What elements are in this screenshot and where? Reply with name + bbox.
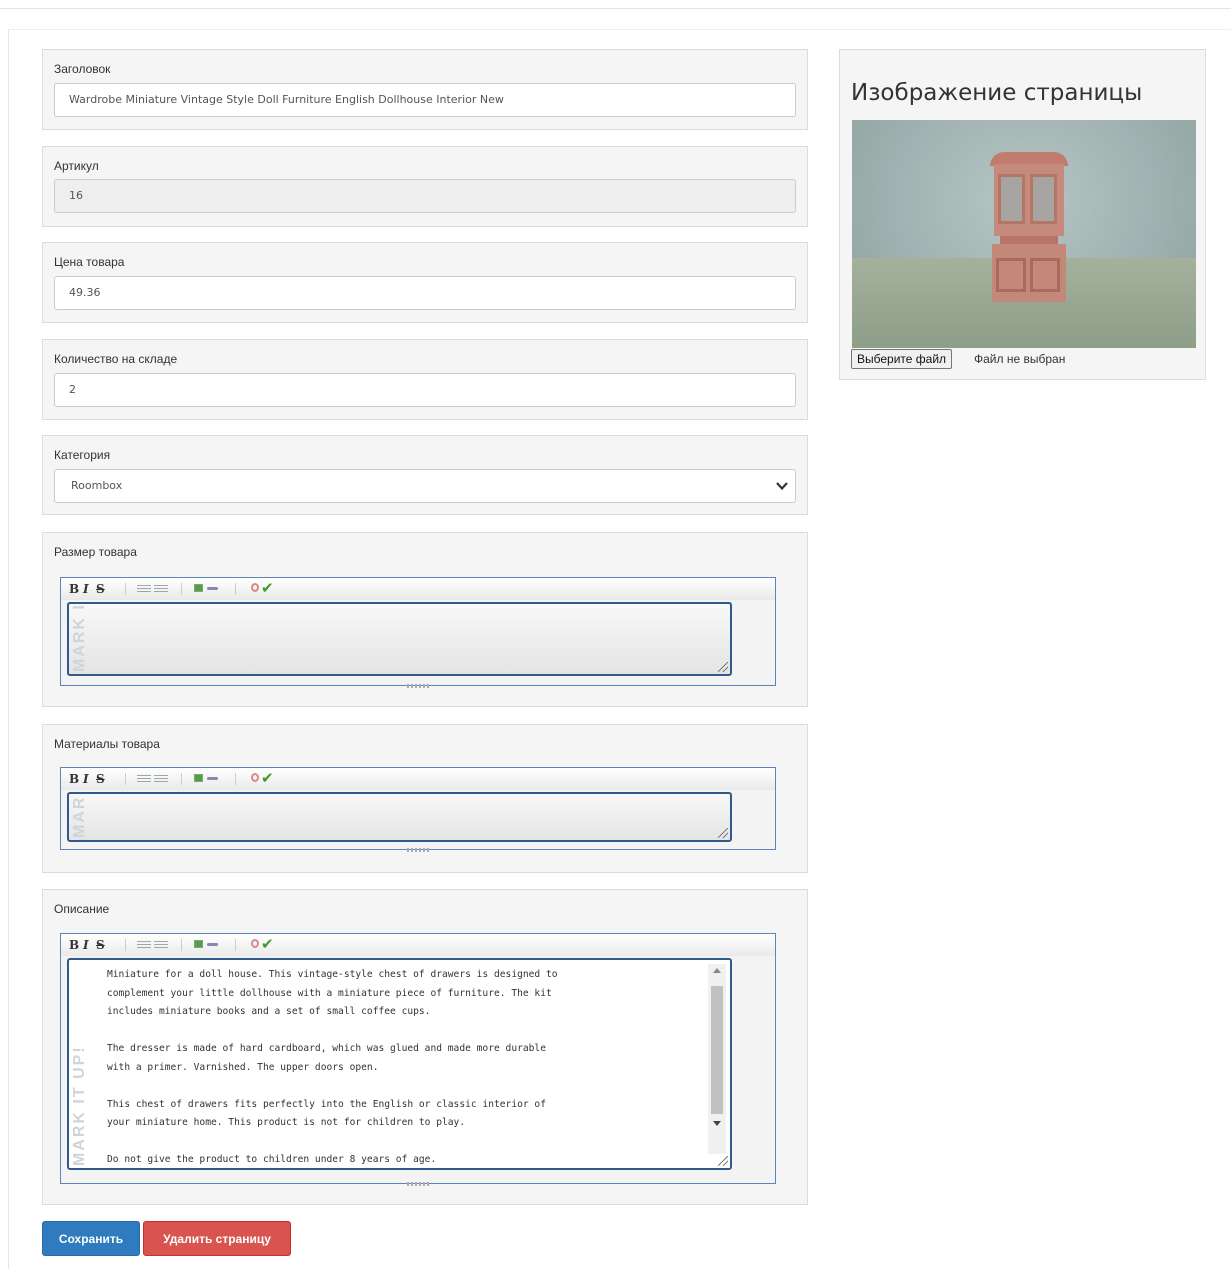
toolbar-separator bbox=[235, 939, 236, 951]
top-divider bbox=[0, 8, 1231, 9]
bullet-list-icon[interactable] bbox=[137, 941, 151, 950]
materials-label: Материалы товара bbox=[54, 737, 160, 751]
delete-page-button[interactable]: Удалить страницу bbox=[143, 1221, 291, 1256]
toolbar-separator bbox=[181, 939, 182, 951]
strike-button[interactable]: S bbox=[96, 583, 105, 595]
toolbar-separator bbox=[235, 773, 236, 785]
page-image-panel: Изображение страницы Выберите файл Файл … bbox=[839, 49, 1206, 380]
picture-icon[interactable] bbox=[194, 940, 203, 948]
sku-group: Артикул 16 bbox=[42, 146, 808, 227]
link-icon[interactable] bbox=[207, 777, 218, 780]
strike-button[interactable]: S bbox=[96, 939, 105, 951]
category-label: Категория bbox=[54, 448, 111, 462]
file-status-text: Файл не выбран bbox=[974, 352, 1066, 366]
category-select[interactable]: Roombox bbox=[54, 469, 796, 503]
description-group: Описание B I S ✔ MARK IT UP! Miniature f… bbox=[42, 889, 808, 1205]
editor-resize-handle[interactable] bbox=[407, 848, 429, 852]
title-label: Заголовок bbox=[54, 62, 111, 76]
italic-button[interactable]: I bbox=[83, 939, 89, 951]
title-group: Заголовок Wardrobe Miniature Vintage Sty… bbox=[42, 49, 808, 130]
bold-button[interactable]: B bbox=[69, 773, 79, 785]
editor-toolbar: B I S ✔ bbox=[61, 578, 775, 600]
toolbar-separator bbox=[181, 583, 182, 595]
category-group: Категория Roombox bbox=[42, 435, 808, 515]
editor-resize-handle[interactable] bbox=[407, 1182, 429, 1186]
cabinet-upper bbox=[994, 164, 1064, 236]
cabinet-lower bbox=[992, 244, 1066, 302]
italic-button[interactable]: I bbox=[83, 773, 89, 785]
description-editor: B I S ✔ MARK IT UP! Miniature for a doll… bbox=[60, 933, 776, 1186]
bullet-list-icon[interactable] bbox=[137, 585, 151, 594]
stock-input[interactable]: 2 bbox=[54, 373, 796, 407]
title-input[interactable]: Wardrobe Miniature Vintage Style Doll Fu… bbox=[54, 83, 796, 117]
preview-check-icon[interactable]: ✔ bbox=[261, 769, 274, 787]
scroll-down-arrow-icon[interactable] bbox=[713, 1121, 721, 1126]
cabinet-door bbox=[1030, 258, 1060, 292]
scroll-up-arrow-icon[interactable] bbox=[713, 968, 721, 973]
textarea-resize-grip[interactable] bbox=[718, 828, 728, 838]
materials-group: Материалы товара B I S ✔ MARK IT UP! bbox=[42, 724, 808, 873]
page-image-title: Изображение страницы bbox=[851, 80, 1143, 106]
cabinet-glass-door bbox=[998, 174, 1025, 224]
italic-button[interactable]: I bbox=[83, 583, 89, 595]
picture-icon[interactable] bbox=[194, 774, 203, 782]
price-input[interactable]: 49.36 bbox=[54, 276, 796, 310]
save-button[interactable]: Сохранить bbox=[42, 1221, 140, 1256]
description-scrollbar[interactable] bbox=[708, 964, 726, 1154]
numbered-list-icon[interactable] bbox=[154, 585, 168, 594]
sku-input: 16 bbox=[54, 179, 796, 213]
markitup-watermark: MARK IT UP! bbox=[71, 1045, 88, 1166]
bold-button[interactable]: B bbox=[69, 583, 79, 595]
toolbar-separator bbox=[181, 773, 182, 785]
toolbar-separator bbox=[125, 583, 126, 595]
stock-label: Количество на складе bbox=[54, 352, 178, 366]
price-group: Цена товара 49.36 bbox=[42, 242, 808, 323]
description-label: Описание bbox=[54, 902, 110, 916]
chevron-down-icon bbox=[776, 482, 788, 491]
editor-resize-handle[interactable] bbox=[407, 684, 429, 688]
bold-button[interactable]: B bbox=[69, 939, 79, 951]
stock-group: Количество на складе 2 bbox=[42, 339, 808, 420]
scroll-thumb[interactable] bbox=[711, 986, 723, 1114]
product-image bbox=[852, 120, 1196, 348]
sku-label: Артикул bbox=[54, 159, 99, 173]
picture-icon[interactable] bbox=[194, 584, 203, 592]
bullet-list-icon[interactable] bbox=[137, 775, 151, 784]
link-icon[interactable] bbox=[207, 943, 218, 946]
textarea-resize-grip[interactable] bbox=[718, 662, 728, 672]
cabinet-shelf bbox=[1000, 236, 1058, 244]
description-text: Miniature for a doll house. This vintage… bbox=[107, 969, 558, 1165]
materials-textarea[interactable]: MARK IT UP! bbox=[67, 792, 732, 842]
materials-editor: B I S ✔ MARK IT UP! bbox=[60, 767, 776, 852]
editor-toolbar: B I S ✔ bbox=[61, 934, 775, 956]
price-label: Цена товара bbox=[54, 255, 125, 269]
toolbar-separator bbox=[125, 939, 126, 951]
textarea-resize-grip[interactable] bbox=[718, 1156, 728, 1166]
markitup-watermark: MARK IT UP! bbox=[71, 606, 88, 672]
markitup-watermark: MARK IT UP! bbox=[71, 796, 89, 838]
numbered-list-icon[interactable] bbox=[154, 775, 168, 784]
clean-icon[interactable] bbox=[251, 583, 259, 592]
preview-check-icon[interactable]: ✔ bbox=[261, 935, 274, 953]
cabinet-glass-door bbox=[1030, 174, 1057, 224]
clean-icon[interactable] bbox=[251, 773, 259, 782]
choose-file-button[interactable]: Выберите файл bbox=[851, 349, 953, 369]
toolbar-separator bbox=[125, 773, 126, 785]
description-textarea[interactable]: MARK IT UP! Miniature for a doll house. … bbox=[67, 958, 732, 1170]
size-label: Размер товара bbox=[54, 545, 137, 559]
cabinet-illustration bbox=[990, 152, 1068, 304]
strike-button[interactable]: S bbox=[96, 773, 105, 785]
clean-icon[interactable] bbox=[251, 939, 259, 948]
cabinet-door bbox=[996, 258, 1026, 292]
size-group: Размер товара B I S ✔ MARK IT UP! bbox=[42, 532, 808, 707]
size-textarea[interactable]: MARK IT UP! bbox=[67, 602, 732, 676]
numbered-list-icon[interactable] bbox=[154, 941, 168, 950]
size-editor: B I S ✔ MARK IT UP! bbox=[60, 577, 776, 688]
preview-check-icon[interactable]: ✔ bbox=[261, 579, 274, 597]
toolbar-separator bbox=[235, 583, 236, 595]
link-icon[interactable] bbox=[207, 587, 218, 590]
category-selected-value: Roombox bbox=[71, 479, 123, 492]
editor-toolbar: B I S ✔ bbox=[61, 768, 775, 790]
